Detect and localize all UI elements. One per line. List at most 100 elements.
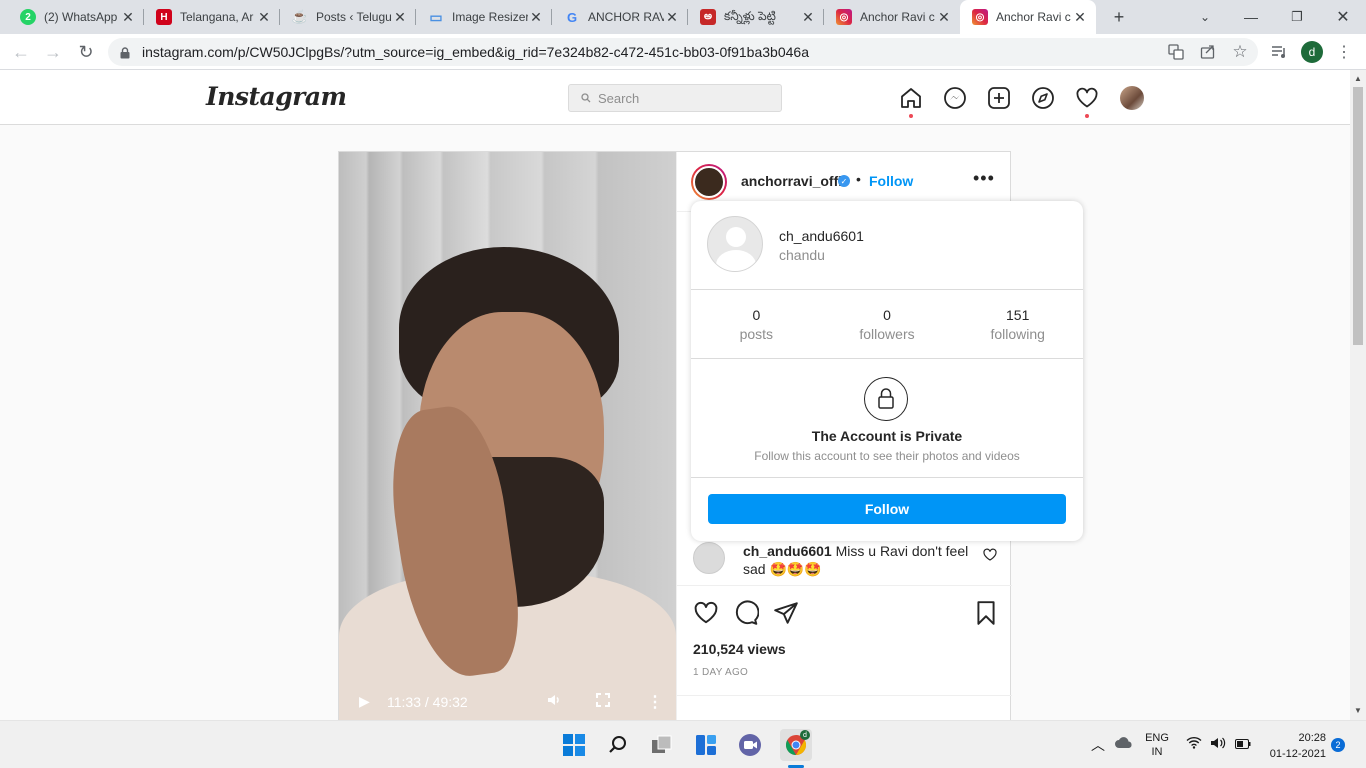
tab-posts[interactable]: ☕ Posts ‹ Telugu ✕ <box>280 0 416 34</box>
play-icon[interactable]: ▶ <box>359 693 370 710</box>
tab-title: ANCHOR RAV <box>588 10 664 24</box>
volume-icon[interactable] <box>546 692 562 711</box>
share-paper-plane-icon[interactable] <box>773 600 799 626</box>
browser-profile-avatar[interactable]: d <box>1301 41 1323 63</box>
chrome-menu-icon[interactable]: ⋮ <box>1333 41 1355 63</box>
tab-image-resizer[interactable]: ▭ Image Resizer ✕ <box>416 0 552 34</box>
close-icon[interactable]: ✕ <box>800 9 816 25</box>
tab-instagram-active[interactable]: ◎ Anchor Ravi c ✕ <box>960 0 1096 34</box>
author-username[interactable]: anchorravi_offl <box>741 173 842 189</box>
tab-title: Telangana, Ar <box>180 10 254 24</box>
notification-badge[interactable]: 2 <box>1331 738 1345 752</box>
commenter-username[interactable]: ch_andu6601 <box>743 543 832 559</box>
close-icon[interactable]: ✕ <box>120 9 136 25</box>
chrome-taskbar-icon[interactable]: d <box>780 729 812 761</box>
commenter-avatar[interactable] <box>693 542 725 574</box>
telugu-news-icon: అ <box>700 9 716 25</box>
view-count[interactable]: 210,524 views <box>693 641 786 657</box>
forward-arrow-icon[interactable]: → <box>40 39 66 65</box>
save-bookmark-icon[interactable] <box>973 600 999 626</box>
instagram-logo[interactable]: Instagram <box>206 82 347 111</box>
comment-item: ch_andu6601 Miss u Ravi don't feel sad 🤩… <box>677 540 1012 586</box>
profile-avatar[interactable] <box>1120 86 1144 110</box>
post-timestamp[interactable]: 1 DAY AGO <box>693 667 748 678</box>
windows-start-icon[interactable] <box>560 731 588 759</box>
show-hidden-icons-chevron-icon[interactable]: ︿ <box>1091 735 1105 755</box>
activity-heart-icon[interactable] <box>1075 86 1099 110</box>
messenger-icon[interactable] <box>943 86 967 110</box>
translate-icon[interactable] <box>1165 41 1187 63</box>
home-icon[interactable] <box>899 86 923 110</box>
close-icon[interactable]: ✕ <box>392 9 408 25</box>
back-arrow-icon[interactable]: ← <box>8 39 34 65</box>
address-bar[interactable]: instagram.com/p/CW50JClpgBs/?utm_source=… <box>108 38 1258 66</box>
stat-number: 0 <box>883 307 891 323</box>
stat-label: following <box>990 326 1045 342</box>
minimize-button[interactable]: — <box>1239 5 1263 29</box>
share-icon[interactable] <box>1197 41 1219 63</box>
reload-icon[interactable]: ↻ <box>73 39 99 65</box>
tab-google-search[interactable]: G ANCHOR RAV ✕ <box>552 0 688 34</box>
scrollbar-thumb[interactable] <box>1353 87 1363 345</box>
follow-button[interactable]: Follow <box>708 494 1066 524</box>
video-time: 11:33 / 49:32 <box>387 693 468 710</box>
clock[interactable]: 20:28 01-12-2021 <box>1262 730 1326 762</box>
close-icon[interactable]: ✕ <box>1072 9 1088 25</box>
search-input[interactable]: Search <box>568 84 782 112</box>
profile-hover-card: ch_andu6601 chandu 0 posts 0 followers 1… <box>691 201 1083 541</box>
close-window-button[interactable]: ✕ <box>1331 5 1355 29</box>
tab-whatsapp[interactable]: 2 (2) WhatsApp ✕ <box>8 0 144 34</box>
tab-title: Image Resizer <box>452 10 528 24</box>
google-icon: G <box>566 9 578 25</box>
url-text: instagram.com/p/CW50JClpgBs/?utm_source=… <box>142 44 809 60</box>
teams-chat-icon[interactable] <box>736 731 764 759</box>
private-subtitle: Follow this account to see their photos … <box>754 449 1020 463</box>
bookmark-star-icon[interactable]: ☆ <box>1229 41 1251 63</box>
private-title: The Account is Private <box>811 428 963 444</box>
private-account-notice: The Account is Private Follow this accou… <box>691 359 1083 478</box>
onedrive-cloud-icon[interactable] <box>1114 735 1134 752</box>
battery-icon[interactable] <box>1235 738 1251 752</box>
language-code: ENG <box>1145 732 1169 744</box>
search-placeholder: Search <box>598 90 640 106</box>
language-indicator[interactable]: ENG IN <box>1144 731 1170 759</box>
widgets-icon[interactable] <box>692 731 720 759</box>
search-taskbar-icon[interactable] <box>604 731 632 759</box>
reading-list-icon[interactable] <box>1268 41 1290 63</box>
restore-button[interactable]: ❐ <box>1285 5 1309 29</box>
scroll-down-arrow-icon[interactable]: ▼ <box>1354 706 1362 715</box>
tab-instagram-1[interactable]: ◎ Anchor Ravi c ✕ <box>824 0 960 34</box>
comment-like-heart-icon[interactable] <box>983 548 997 562</box>
video-more-icon[interactable]: ⋮ <box>647 692 663 712</box>
follow-link[interactable]: Follow <box>869 173 913 189</box>
comment-bubble-icon[interactable] <box>733 600 759 626</box>
tab-telangana[interactable]: H Telangana, Ar ✕ <box>144 0 280 34</box>
more-options-icon[interactable]: ••• <box>973 168 995 189</box>
like-heart-icon[interactable] <box>693 600 719 626</box>
stat-followers: 0 followers <box>822 290 953 358</box>
tab-telugu-news[interactable]: అ కన్నీళ్లు పెట్టి ✕ <box>688 0 824 34</box>
scroll-up-arrow-icon[interactable]: ▲ <box>1354 74 1362 83</box>
close-icon[interactable]: ✕ <box>528 9 544 25</box>
volume-tray-icon[interactable] <box>1210 736 1226 753</box>
wifi-icon[interactable] <box>1186 736 1202 752</box>
explore-compass-icon[interactable] <box>1031 86 1055 110</box>
tab-search-chevron-icon[interactable]: ⌄ <box>1193 5 1217 29</box>
close-icon[interactable]: ✕ <box>664 9 680 25</box>
new-post-icon[interactable] <box>987 86 1011 110</box>
hover-card-avatar[interactable] <box>707 216 763 272</box>
video-player[interactable]: ▶ 11:33 / 49:32 ⋮ <box>339 152 676 721</box>
stat-number: 0 <box>752 307 761 323</box>
hover-card-username[interactable]: ch_andu6601 <box>779 228 864 244</box>
task-view-icon[interactable] <box>648 731 676 759</box>
author-avatar[interactable] <box>691 164 727 200</box>
video-controls: ▶ 11:33 / 49:32 ⋮ <box>339 682 676 721</box>
page-scrollbar[interactable]: ▲ ▼ <box>1350 70 1366 720</box>
new-tab-button[interactable]: + <box>1107 5 1131 29</box>
lock-icon <box>120 46 130 59</box>
region-code: IN <box>1151 746 1163 758</box>
hover-card-header: ch_andu6601 chandu <box>691 201 1083 290</box>
close-icon[interactable]: ✕ <box>256 9 272 25</box>
close-icon[interactable]: ✕ <box>936 9 952 25</box>
fullscreen-icon[interactable] <box>596 693 610 710</box>
